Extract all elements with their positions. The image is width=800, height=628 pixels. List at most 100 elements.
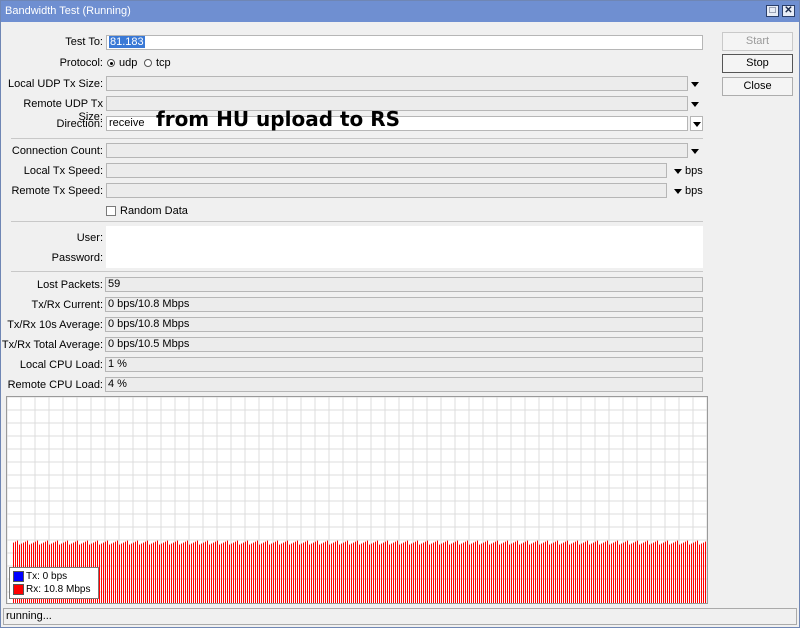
password-input[interactable] [106,250,703,265]
rx-bar [201,543,202,603]
close-button[interactable]: Close [722,77,793,96]
rx-bar [159,544,160,603]
title-bar[interactable]: Bandwidth Test (Running) □ ✕ [1,1,799,22]
rx-bar [253,542,254,603]
rx-bar [469,544,470,603]
rx-bar [169,544,170,603]
rx-bar [419,544,420,603]
rx-bar [117,540,118,603]
rx-bar [535,541,536,603]
rx-bar [547,540,548,603]
rx-bar [575,541,576,603]
connection-count-dropdown-icon[interactable] [691,149,699,154]
rx-bar [579,544,580,603]
local-udp-tx-size-input[interactable] [106,76,688,91]
rx-bar [155,541,156,603]
rx-bar [413,542,414,603]
rx-bar [129,544,130,603]
rx-bar [435,541,436,603]
rx-bar [515,541,516,603]
local-tx-speed-dropdown-icon[interactable] [674,169,682,174]
rx-bar [183,542,184,603]
rx-bar [111,543,112,603]
local-udp-tx-size-dropdown-icon[interactable] [691,82,699,87]
rx-bar [697,540,698,603]
rx-bar [609,544,610,603]
rx-bar [627,540,628,603]
rx-bar [259,544,260,603]
remote-udp-tx-size-dropdown-icon[interactable] [691,102,699,107]
remote-cpu-load-label: Remote CPU Load: [7,379,103,391]
remote-tx-speed-unit: bps [685,185,703,197]
rx-bar [517,540,518,603]
rx-bar [451,543,452,603]
rx-bar [691,543,692,603]
rx-bar [407,540,408,603]
user-label: User: [76,232,103,244]
rx-bar [213,542,214,603]
rx-bar [679,544,680,603]
rx-bar [143,542,144,603]
rx-bar [241,543,242,603]
rx-bar [423,542,424,603]
rx-bar [483,542,484,603]
rx-bar [279,544,280,603]
rx-bar [509,544,510,603]
direction-dropdown-button[interactable] [690,116,703,131]
rx-bar [633,542,634,603]
legend-rx: Rx: 10.8 Mbps [10,583,98,596]
txrx-10s-average-value: 0 bps/10.8 Mbps [105,317,703,332]
rx-bar [447,540,448,603]
rx-bar [569,544,570,603]
close-icon[interactable]: ✕ [782,5,795,17]
protocol-udp-radio[interactable] [107,59,115,67]
rx-bar [455,541,456,603]
rx-bar [477,540,478,603]
rx-bar [657,540,658,603]
txrx-10s-average-label: Tx/Rx 10s Average: [7,319,103,331]
rx-bar [103,542,104,603]
rx-bar [545,541,546,603]
rx-bar [661,543,662,603]
rx-bar [157,540,158,603]
txrx-current-value: 0 bps/10.8 Mbps [105,297,703,312]
local-tx-speed-input[interactable] [106,163,667,178]
rx-bar [637,540,638,603]
remote-tx-speed-input[interactable] [106,183,667,198]
start-button[interactable]: Start [722,32,793,51]
rx-bar [323,542,324,603]
rx-bar [471,543,472,603]
rx-bar [411,543,412,603]
rx-bar [431,543,432,603]
bandwidth-test-window: Bandwidth Test (Running) □ ✕ Test To: 81… [0,0,800,628]
txrx-total-average-value: 0 bps/10.5 Mbps [105,337,703,352]
rx-bar [191,543,192,603]
connection-count-input[interactable] [106,143,688,158]
rx-bar [203,542,204,603]
rx-bar [189,544,190,603]
rx-bar [399,544,400,603]
rx-bar [217,540,218,603]
rx-bar [185,541,186,603]
test-to-label: Test To: [65,36,103,48]
rx-bar [611,543,612,603]
rx-bar [391,543,392,603]
remote-tx-speed-dropdown-icon[interactable] [674,189,682,194]
rx-bar [219,544,220,603]
rx-bar [287,540,288,603]
rx-bar [319,544,320,603]
test-to-input[interactable]: 81.183 [106,35,703,50]
minimize-icon[interactable]: □ [766,5,779,17]
rx-bar [147,540,148,603]
rx-bar [313,542,314,603]
legend-rx-label: Rx: 10.8 Mbps [26,584,91,595]
rx-bar [247,540,248,603]
rx-bar [397,540,398,603]
random-data-checkbox[interactable] [106,206,116,216]
user-input[interactable] [106,230,703,245]
connection-count-label: Connection Count: [11,145,103,157]
protocol-tcp-radio[interactable] [144,59,152,67]
rx-bar [227,540,228,603]
stop-button[interactable]: Stop [722,54,793,73]
rx-bar [623,542,624,603]
